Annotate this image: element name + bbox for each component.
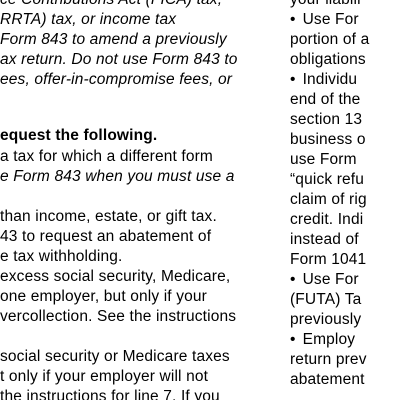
text-line: ees, offer-in-compromise fees, or — [0, 71, 233, 88]
text-line: Form 843 to amend a previously — [0, 31, 227, 48]
bullet-icon: • — [290, 71, 296, 88]
section-heading: equest the following. — [0, 127, 158, 144]
left-column: ce Contributions Act (FICA) tax, RRTA) t… — [0, 0, 272, 400]
text-line: credit. Indi — [290, 211, 364, 228]
text-line: vercollection. See the instructions — [0, 308, 237, 325]
text-line: a tax for which a different form — [0, 148, 213, 165]
right-column: your liabili • Use For portion of a oblig… — [290, 0, 400, 400]
text-line: e Form 843 when you must use a — [0, 168, 235, 185]
bullet-text: Employ — [302, 331, 356, 348]
text-line: (FUTA) Ta — [290, 291, 362, 308]
text-line: your liabili — [290, 0, 361, 9]
bullet-icon: • — [290, 271, 296, 288]
bullet-icon: • — [290, 331, 296, 348]
text-line: Form 1041 — [290, 251, 367, 268]
text-line: previously — [290, 311, 362, 328]
text-line: excess social security, Medicare, — [0, 268, 231, 285]
text-line: 43 to request an abatement of — [0, 228, 212, 245]
text-line: portion of a — [290, 31, 370, 48]
text-line: return prev — [290, 351, 367, 368]
text-line: claim of rig — [290, 191, 367, 208]
bullet-item: • Employ — [290, 331, 355, 349]
bullet-text: Use For — [302, 11, 359, 28]
bullet-item: • Use For — [290, 11, 359, 29]
text-line: use Form — [290, 151, 357, 168]
text-line: end of the — [290, 91, 361, 108]
text-line: e tax withholding. — [0, 248, 123, 265]
text-line: social security or Medicare taxes — [0, 348, 230, 365]
text-line: than income, estate, or gift tax. — [0, 208, 217, 225]
text-line: instead of — [290, 231, 359, 248]
text-line: “quick refu — [290, 171, 365, 188]
bullet-text: Individu — [302, 71, 358, 88]
bullet-text: Use For — [302, 271, 359, 288]
text-line: obligations — [290, 51, 366, 68]
text-line: t only if your employer will not — [0, 368, 209, 385]
bullet-item: • Individu — [290, 71, 357, 89]
text-line: RRTA) tax, or income tax — [0, 11, 177, 28]
text-line: business o — [290, 131, 366, 148]
text-line: one employer, but only if your — [0, 288, 207, 305]
text-line: abatement — [290, 371, 365, 388]
text-line: ce Contributions Act (FICA) tax, — [0, 0, 222, 9]
text-line: the instructions for line 7. If you — [0, 388, 220, 400]
text-line: ax return. Do not use Form 843 to — [0, 51, 238, 68]
bullet-item: • Use For — [290, 271, 359, 289]
text-line: section 13 — [290, 111, 363, 128]
bullet-icon: • — [290, 11, 296, 28]
